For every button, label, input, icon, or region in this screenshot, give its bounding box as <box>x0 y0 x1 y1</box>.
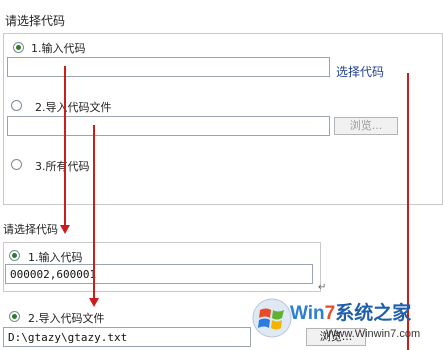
return-mark-icon: ↵ <box>318 282 327 293</box>
bottom-file-input[interactable]: D:\gtazy\gtazy.txt <box>3 327 251 347</box>
bottom-title: 请选择代码 <box>3 223 58 236</box>
red-arrow-line-1 <box>64 66 66 225</box>
top-option1-label: 1.输入代码 <box>31 42 86 55</box>
bottom-code-input[interactable]: 000002,600001 <box>5 264 313 284</box>
watermark-brand: Win7系统之家 <box>290 298 411 325</box>
top-radio-all-codes[interactable] <box>11 159 22 170</box>
top-file-input[interactable] <box>7 116 330 136</box>
bottom-option2-label: 2.导入代码文件 <box>28 312 105 325</box>
brand-w: W <box>290 303 308 324</box>
red-arrow-line-2 <box>93 125 95 298</box>
bottom-radio-input-code[interactable] <box>9 250 20 261</box>
top-radio-import-file[interactable] <box>11 100 22 111</box>
brand-in: in <box>307 303 325 324</box>
bottom-option1-label: 1.输入代码 <box>28 251 83 264</box>
top-browse-button[interactable]: 浏览... <box>334 117 398 135</box>
top-option3-label: 3.所有代码 <box>35 160 90 173</box>
red-arrow-icon <box>89 298 99 307</box>
brand-7: 7 <box>324 303 336 324</box>
bottom-radio-import-file[interactable] <box>9 311 20 322</box>
windows-logo-icon <box>251 297 293 339</box>
top-title: 请选择代码 <box>5 14 66 28</box>
watermark-url: Www.Winwin7.com <box>326 328 421 340</box>
top-option2-label: 2.导入代码文件 <box>35 101 112 114</box>
top-radio-input-code[interactable] <box>13 42 24 53</box>
top-code-input[interactable] <box>7 57 330 77</box>
brand-cn: 系统之家 <box>335 303 412 324</box>
select-code-link[interactable]: 选择代码 <box>336 63 384 80</box>
red-arrow-icon <box>60 225 70 234</box>
